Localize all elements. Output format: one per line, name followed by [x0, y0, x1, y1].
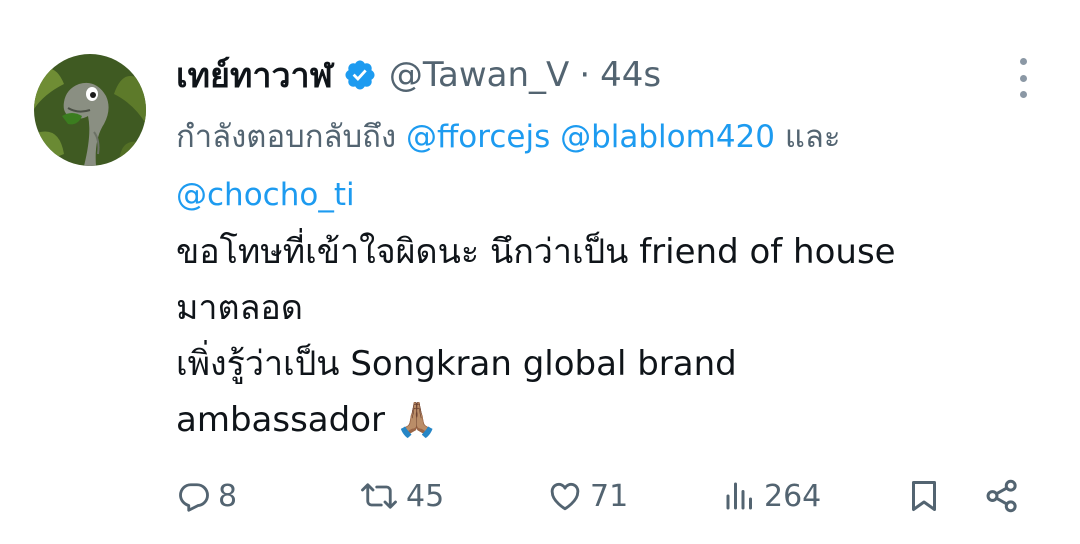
bookmark-button[interactable] — [906, 468, 942, 524]
tweet-text: ขอโทษที่เข้าใจผิดนะ นึกว่าเป็น friend of… — [176, 224, 1056, 448]
mention-link[interactable]: @chocho_ti — [176, 177, 355, 213]
heart-icon — [550, 482, 580, 511]
timestamp[interactable]: 44s — [600, 55, 661, 95]
mention-link[interactable]: @fforcejs — [406, 119, 550, 155]
tweet-actions: 8 45 71 264 — [176, 468, 1036, 524]
share-icon — [986, 479, 1017, 513]
mention-link[interactable]: @blablom420 — [560, 119, 775, 155]
reply-count: 8 — [218, 478, 238, 514]
tweet-text-line: ambassador 🙏🏽 — [176, 400, 439, 440]
more-options-icon[interactable] — [1008, 58, 1038, 98]
retweet-button[interactable]: 45 — [358, 468, 444, 524]
display-name[interactable]: เทย์ทาวาฬ — [176, 48, 333, 102]
separator-dot: · — [579, 55, 591, 95]
like-button[interactable]: 71 — [546, 468, 628, 524]
like-count: 71 — [590, 478, 629, 514]
retweet-icon — [361, 483, 397, 509]
bookmark-icon — [912, 481, 936, 511]
tweet-text-line: ขอโทษที่เข้าใจผิดนะ นึกว่าเป็น friend of… — [176, 232, 896, 272]
tweet-header: เทย์ทาวาฬ @Tawan_V · 44s — [176, 48, 661, 102]
more-dot-icon — [1019, 74, 1027, 82]
reply-button[interactable]: 8 — [176, 468, 237, 524]
avatar[interactable] — [34, 54, 146, 166]
reply-icon — [179, 483, 209, 512]
more-dot-icon — [1019, 91, 1027, 98]
replying-to-label: กำลังตอบกลับถึง — [176, 119, 397, 155]
share-button[interactable] — [982, 468, 1022, 524]
user-handle[interactable]: @Tawan_V — [389, 55, 569, 95]
tweet-text-line: เพิ่งรู้ว่าเป็น Songkran global brand — [176, 344, 737, 384]
dinosaur-avatar-icon — [34, 54, 146, 166]
verified-badge-icon — [345, 60, 375, 90]
retweet-count: 45 — [406, 478, 445, 514]
mention-joiner: และ — [784, 119, 841, 155]
views-count: 264 — [764, 478, 822, 514]
replying-to: กำลังตอบกลับถึง @fforcejs @blablom420 แล… — [176, 108, 1056, 224]
views-button[interactable]: 264 — [722, 468, 821, 524]
views-icon — [726, 482, 752, 510]
tweet-text-line: มาตลอด — [176, 288, 303, 328]
more-dot-icon — [1019, 58, 1027, 65]
